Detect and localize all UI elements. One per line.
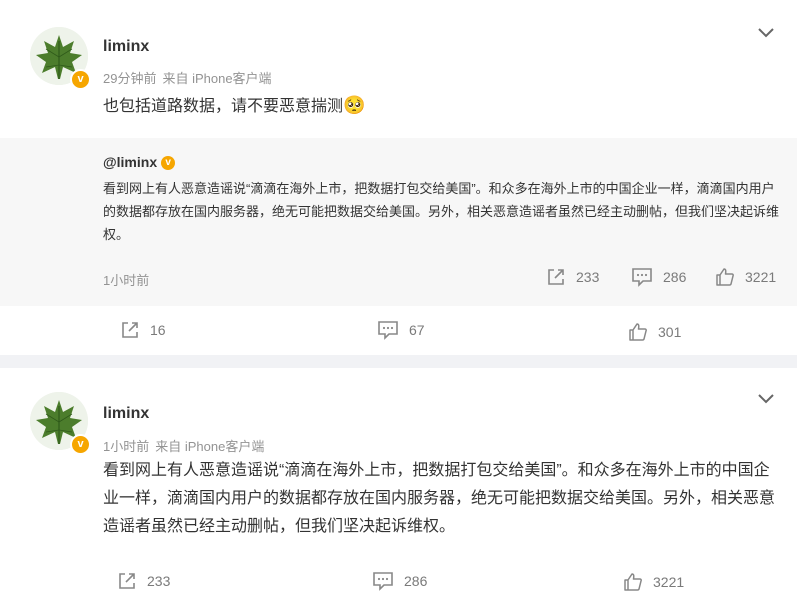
- quoted-username-text[interactable]: @liminx: [103, 154, 157, 170]
- like-icon: [629, 323, 647, 341]
- post-text-content: 也包括道路数据，请不要恶意揣测: [103, 98, 344, 115]
- like-icon: [624, 573, 642, 591]
- like-count: 3221: [745, 269, 777, 285]
- username[interactable]: liminx: [103, 38, 149, 56]
- comment-button[interactable]: 286: [372, 571, 427, 591]
- post-time[interactable]: 29分钟前: [103, 71, 156, 86]
- comment-count: 286: [663, 269, 687, 285]
- quoted-time[interactable]: 1小时前: [103, 270, 149, 289]
- repost-button[interactable]: 233: [117, 571, 170, 591]
- post-source: 来自 iPhone客户端: [162, 71, 272, 86]
- username[interactable]: liminx: [103, 405, 149, 423]
- comment-count: 286: [404, 573, 428, 589]
- chevron-down-icon[interactable]: [756, 392, 776, 410]
- post-time[interactable]: 1小时前: [103, 439, 149, 454]
- comment-button[interactable]: 67: [377, 320, 425, 340]
- comment-icon: [632, 268, 652, 287]
- repost-icon: [119, 573, 135, 589]
- like-count: 3221: [653, 574, 685, 590]
- like-icon: [716, 268, 734, 286]
- quoted-comment-button[interactable]: 286: [631, 267, 686, 287]
- post-card: v liminx 1小时前 来自 iPhone客户端 看到网上有人恶意造谣说“滴滴…: [0, 368, 797, 612]
- repost-button[interactable]: 16: [120, 320, 166, 340]
- quoted-post[interactable]: @liminx v 看到网上有人恶意造谣说“滴滴在海外上市，把数据打包交给美国”。…: [0, 138, 797, 306]
- repost-icon: [122, 322, 138, 338]
- post-source: 来自 iPhone客户端: [155, 439, 265, 454]
- post-text: 也包括道路数据，请不要恶意揣测🥺: [103, 91, 365, 121]
- repost-count: 233: [576, 269, 600, 285]
- verified-badge: v: [70, 69, 91, 90]
- verified-badge: v: [70, 434, 91, 455]
- like-count: 301: [658, 324, 682, 340]
- verified-badge: v: [161, 156, 176, 171]
- post-text: 看到网上有人恶意造谣说“滴滴在海外上市，把数据打包交给美国”。和众多在海外上市的…: [103, 462, 776, 535]
- post-card: v liminx 29分钟前 来自 iPhone客户端 也包括道路数据，请不要恶意…: [0, 0, 797, 355]
- emoji: 🥺: [343, 95, 366, 115]
- post-meta: 1小时前 来自 iPhone客户端: [103, 436, 270, 455]
- chevron-down-icon[interactable]: [756, 26, 776, 44]
- comment-icon: [378, 321, 398, 340]
- quoted-text: 看到网上有人恶意造谣说“滴滴在海外上市，把数据打包交给美国”。和众多在海外上市的…: [103, 181, 780, 242]
- repost-count: 16: [150, 322, 166, 338]
- quoted-like-button[interactable]: 3221: [715, 267, 776, 287]
- post-meta: 29分钟前 来自 iPhone客户端: [103, 68, 278, 87]
- repost-count: 233: [147, 573, 171, 589]
- quoted-repost-button[interactable]: 233: [546, 267, 599, 287]
- like-button[interactable]: 3221: [623, 572, 684, 592]
- like-button[interactable]: 301: [628, 322, 681, 342]
- repost-icon: [548, 269, 564, 285]
- comment-icon: [373, 572, 393, 591]
- quoted-username[interactable]: @liminx v: [103, 154, 176, 171]
- comment-count: 67: [409, 322, 425, 338]
